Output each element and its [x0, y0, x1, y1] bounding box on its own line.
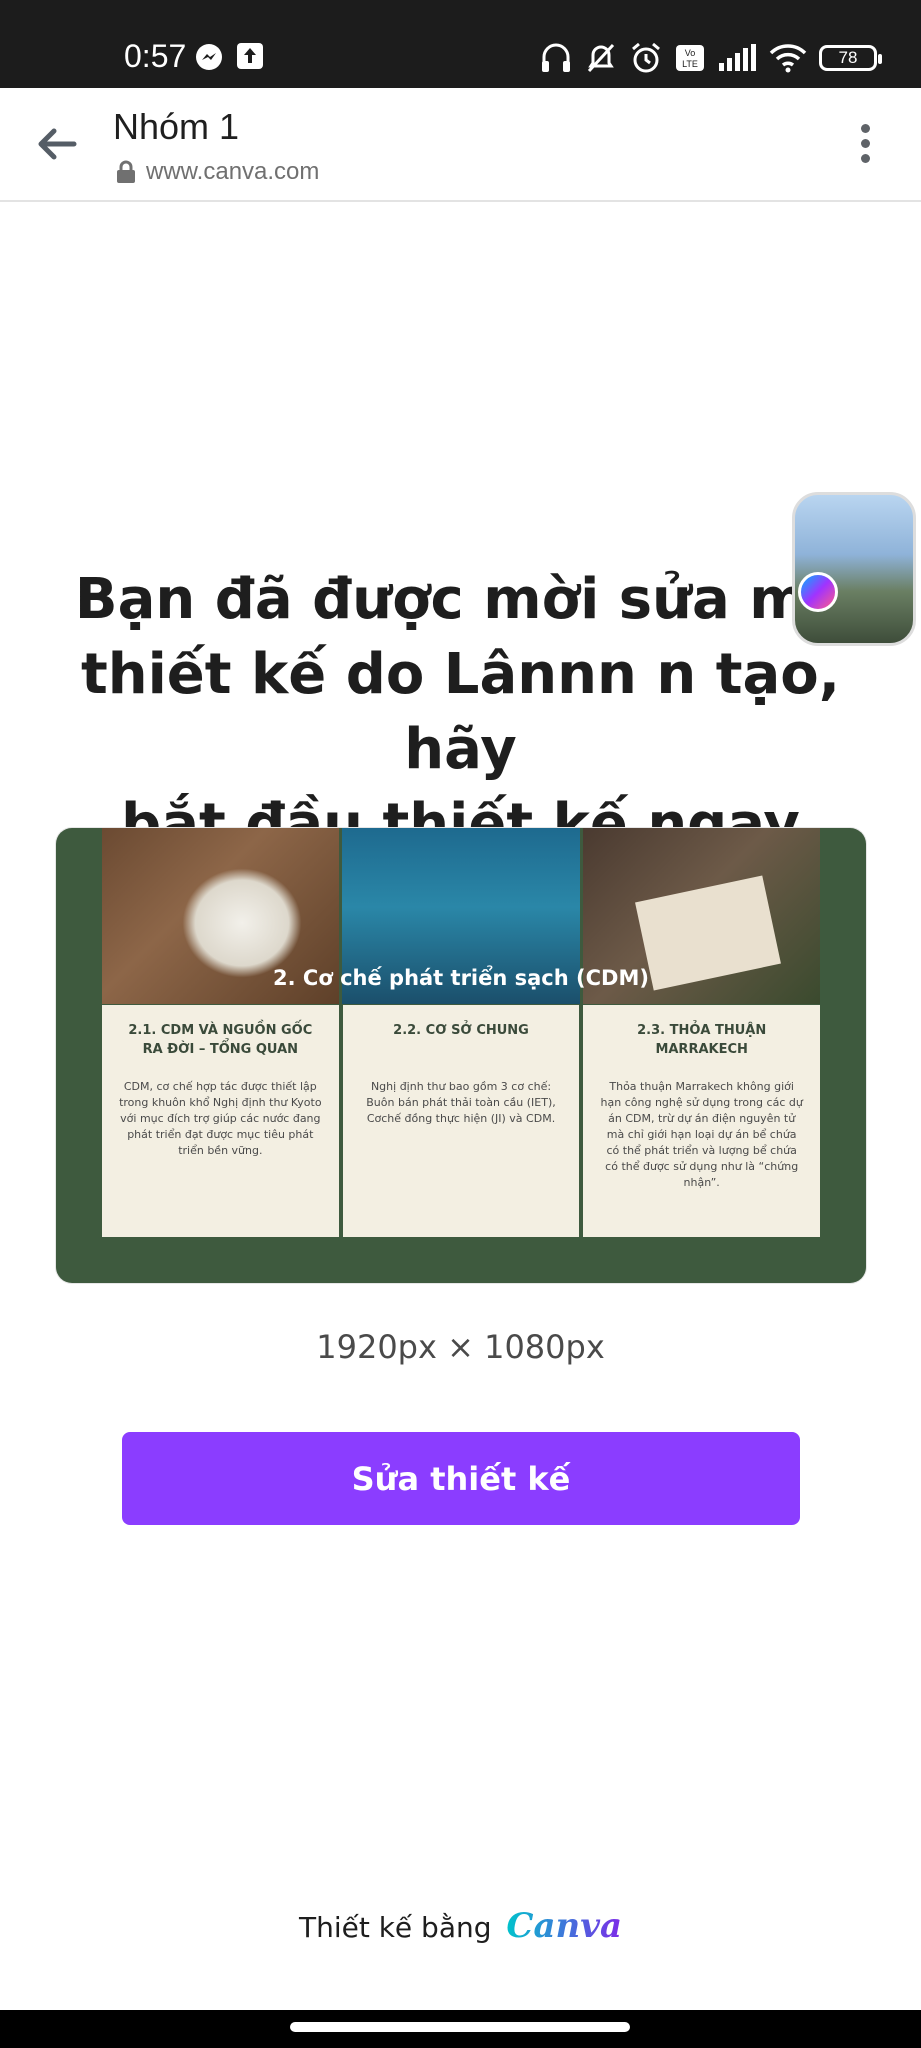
alarm-icon [632, 42, 660, 73]
chat-head-avatar[interactable] [792, 492, 916, 646]
back-arrow-icon[interactable] [30, 118, 82, 170]
page-title: Nhóm 1 [113, 106, 240, 147]
card-marrakech: 2.3. THỎA THUẬN MARRAKECH Thỏa thuận Mar… [583, 1005, 821, 1237]
status-time: 0:57 [124, 38, 187, 74]
card-body: Thỏa thuận Marrakech không giới hạn công… [600, 1080, 803, 1189]
footer-text: Thiết kế bằng [298, 1911, 492, 1944]
design-dimensions: 1920px × 1080px [316, 1328, 605, 1366]
preview-cards: 2.1. CDM VÀ NGUỒN GỐC RA ĐỜI – TỔNG QUAN… [102, 1005, 821, 1237]
headphones-icon [542, 43, 570, 72]
status-bar: 0:57 Vo LTE 78 [0, 0, 921, 88]
invite-headline: Bạn đã được mời sửa mộ thiết kế do Lânnn… [74, 567, 846, 857]
card-cdm-origin: 2.1. CDM VÀ NGUỒN GỐC RA ĐỜI – TỔNG QUAN… [102, 1005, 339, 1237]
edit-design-button[interactable]: Sửa thiết kế [122, 1432, 800, 1525]
svg-text:Vo: Vo [685, 48, 696, 58]
lock-icon [117, 160, 135, 183]
messenger-badge-icon [798, 572, 838, 612]
card-title: 2.2. CƠ SỞ CHUNG [393, 1023, 529, 1038]
status-icons: Vo LTE 78 [539, 38, 882, 78]
svg-text:LTE: LTE [682, 59, 698, 69]
design-preview: 2. Cơ chế phát triển sạch (CDM) 2.1. CDM… [56, 828, 866, 1283]
card-title: 2.3. THỎA THUẬN MARRAKECH [637, 1023, 767, 1057]
signal-icon [719, 44, 756, 71]
battery-icon: 78 [819, 45, 882, 71]
card-body: CDM, cơ chế hợp tác được thiết lập trong… [119, 1080, 322, 1157]
wifi-icon [769, 44, 807, 73]
more-options-icon[interactable] [853, 124, 877, 170]
url-text: www.canva.com [146, 158, 320, 185]
card-title: 2.1. CDM VÀ NGUỒN GỐC RA ĐỜI – TỔNG QUAN [128, 1023, 313, 1057]
battery-level: 78 [838, 48, 858, 67]
footer: Thiết kế bằng Canva [0, 1906, 921, 1946]
canva-logo[interactable]: Canva [506, 1906, 622, 1946]
messenger-icon [196, 44, 222, 70]
card-body: Nghị định thư bao gồm 3 cơ chế: Buôn bán… [366, 1080, 556, 1125]
home-indicator[interactable] [290, 2022, 630, 2032]
bell-muted-icon [587, 43, 615, 73]
slide-title: 2. Cơ chế phát triển sạch (CDM) [273, 966, 649, 990]
browser-header: Nhóm 1 www.canva.com [0, 88, 921, 202]
url-row: www.canva.com [116, 158, 319, 186]
card-common-basis: 2.2. CƠ SỞ CHUNG Nghị định thư bao gồm 3… [342, 1005, 580, 1237]
volte-icon: Vo LTE [676, 45, 704, 71]
upload-icon [237, 43, 263, 69]
